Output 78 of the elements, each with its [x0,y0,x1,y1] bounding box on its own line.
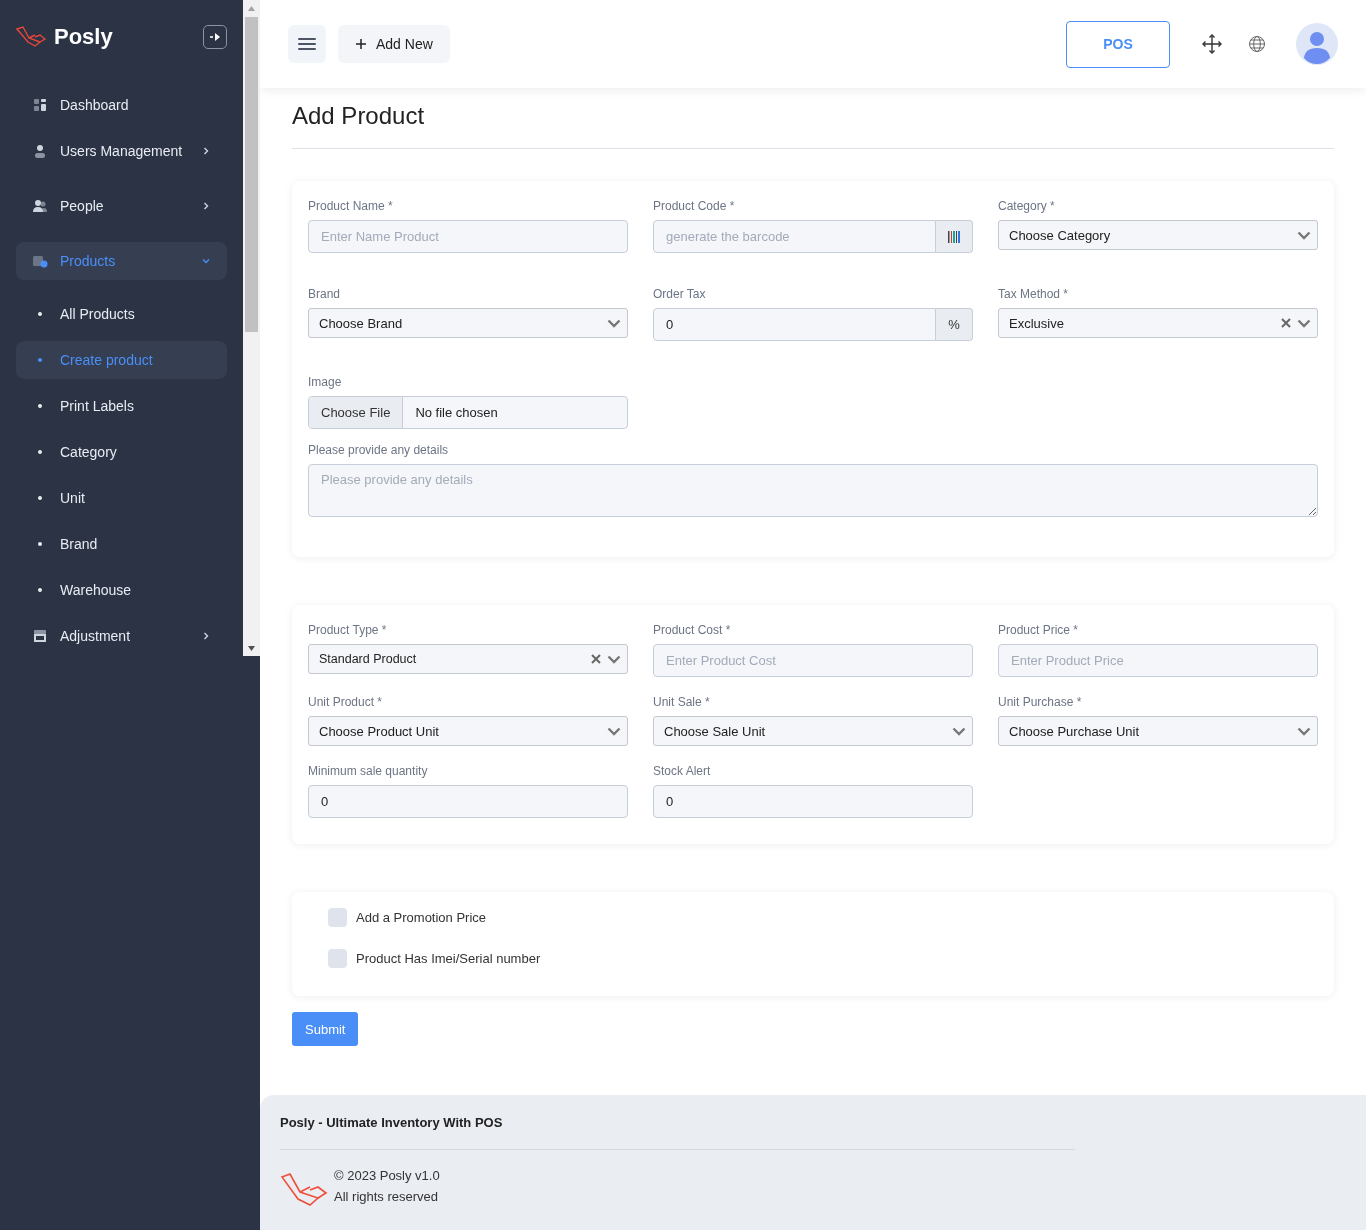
field-label: Please provide any details [308,443,450,457]
field-label: Unit Product * [308,695,384,709]
logo-icon [280,1172,328,1208]
caret-icon [607,726,621,736]
chevron-icon [201,256,211,266]
menu-button[interactable] [288,25,326,63]
checkbox[interactable] [328,949,347,968]
number-field[interactable]: 0 [308,785,628,818]
number-field[interactable]: 0 [653,308,936,341]
field-label: Product Price * [998,623,1080,637]
logo-icon [16,26,46,48]
field-label: Product Code * [653,199,736,213]
footer-title: Posly - Ultimate Inventory With POS [280,1115,504,1130]
globe-icon[interactable] [1248,35,1266,53]
select-field[interactable]: Choose Category [998,220,1318,250]
checkbox-label: Add a Promotion Price [356,910,487,925]
field-label: Product Cost * [653,623,732,637]
submenu-item[interactable]: Brand [16,525,227,563]
barcode-button[interactable] [936,220,973,253]
move-icon[interactable] [1202,34,1222,54]
sidebar-item[interactable]: Adjustment [16,617,227,655]
checkbox-label: Product Has Imei/Serial number [356,951,541,966]
text-field[interactable]: Enter Name Product [308,220,628,253]
select-field[interactable]: Choose Brand [308,308,628,338]
rights-text: All rights reserved [334,1189,440,1204]
field-label: Stock Alert [653,764,712,778]
caret-icon [1297,726,1311,736]
clear-icon[interactable] [591,654,601,664]
select-field[interactable]: Choose Product Unit [308,716,628,746]
submenu-item[interactable]: Unit [16,479,227,517]
text-field[interactable]: Enter Product Cost [653,644,973,677]
select-field[interactable]: Standard Product [308,644,628,674]
clear-icon[interactable] [1281,318,1291,328]
sidebar-toggle-button[interactable] [203,25,227,49]
add-new-button[interactable]: Add New [338,25,450,63]
select-field[interactable]: Exclusive [998,308,1318,338]
plus-icon [355,38,367,50]
select-field[interactable]: Choose Sale Unit [653,716,973,746]
checkbox[interactable] [328,908,347,927]
chevron-icon [201,631,211,641]
field-label: Unit Purchase * [998,695,1083,709]
select-field[interactable]: Choose Purchase Unit [998,716,1318,746]
details-field[interactable]: Please provide any details [308,464,1318,517]
caret-icon [952,726,966,736]
caret-icon [607,318,621,328]
number-field[interactable]: 0 [653,785,973,818]
barcode-icon [947,230,961,243]
avatar[interactable] [1296,23,1338,65]
brand-name: Posly [54,24,113,50]
text-field[interactable]: generate the barcode [653,220,936,253]
text-field[interactable]: Enter Product Price [998,644,1318,677]
scrollbar[interactable] [243,0,260,656]
field-label: Minimum sale quantity [308,764,429,778]
copyright-text: © 2023 Posly v1.0 [334,1168,440,1183]
field-label: Product Name * [308,199,394,213]
addon-label: % [936,308,973,341]
field-label: Image [308,375,343,389]
field-label: Unit Sale * [653,695,711,709]
submenu-item[interactable]: Print Labels [16,387,227,425]
caret-icon [607,654,621,664]
field-label: Product Type * [308,623,388,637]
field-label: Order Tax [653,287,707,301]
submenu-item[interactable]: Category [16,433,227,471]
caret-icon [1297,318,1311,328]
sidebar-item[interactable]: People [16,187,227,225]
sidebar-item[interactable]: Users Management [16,132,227,170]
sidebar-toggle-icon [209,32,221,42]
sidebar-item[interactable]: Dashboard [16,86,227,124]
chevron-icon [201,201,211,211]
caret-icon [1297,230,1311,240]
file-field[interactable]: Choose File No file chosen [308,396,628,429]
page-title: Add Product [292,102,426,130]
submenu-item[interactable]: All Products [16,295,227,333]
field-label: Brand [308,287,342,301]
submenu-item[interactable]: Warehouse [16,571,227,609]
field-label: Tax Method * [998,287,1070,301]
chevron-icon [201,146,211,156]
field-label: Category * [998,199,1056,213]
